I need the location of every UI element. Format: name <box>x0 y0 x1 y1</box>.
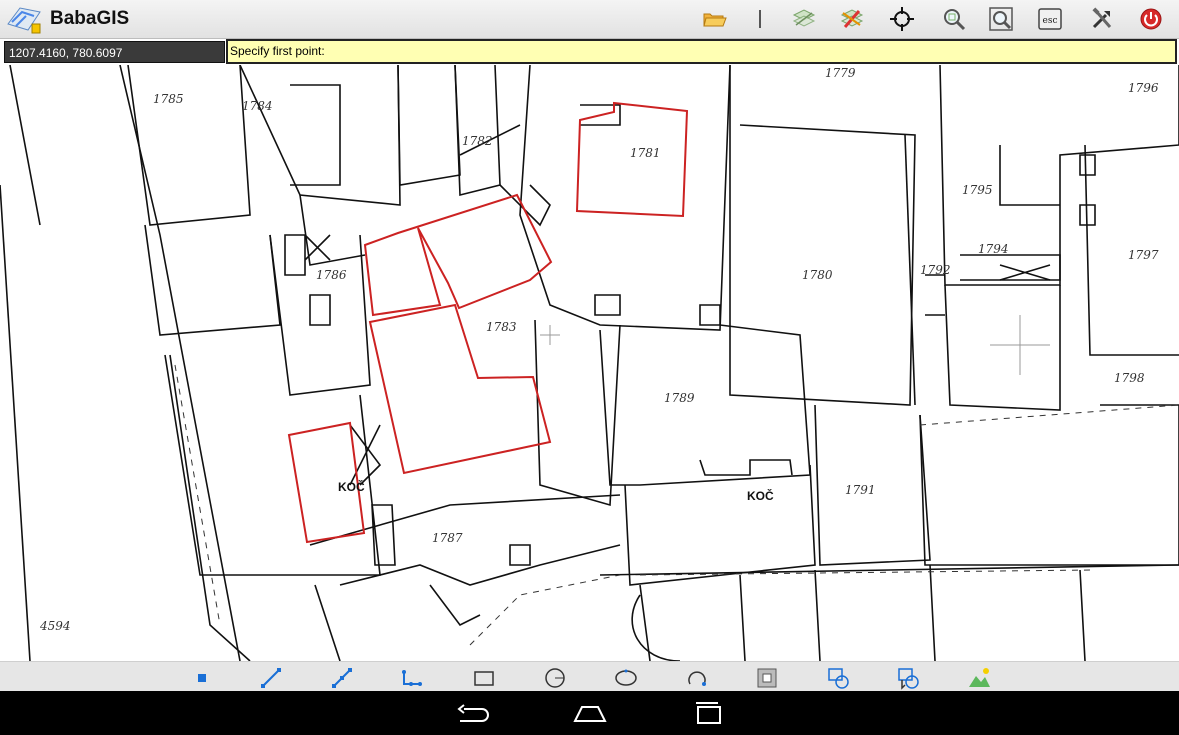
rectangle-tool-icon[interactable] <box>472 666 496 690</box>
circle-tool-icon[interactable] <box>543 666 567 690</box>
terrain-tool-icon[interactable] <box>967 666 991 690</box>
top-toolbar: BabaGIS esc <box>0 0 1179 39</box>
app-logo-icon <box>6 4 42 38</box>
recents-icon[interactable] <box>690 699 726 727</box>
gps-target-icon[interactable] <box>888 5 916 33</box>
ellipse-tool-icon[interactable] <box>614 666 638 690</box>
parcel-label: 1781 <box>630 146 661 160</box>
parcel-label: 1796 <box>1128 81 1159 95</box>
parcel-label: 1789 <box>664 391 695 405</box>
parcel-label: 1779 <box>825 66 856 80</box>
koc-label: KOČ <box>338 479 365 494</box>
parcel-label: 1785 <box>153 92 184 106</box>
parcel-label: 1784 <box>242 99 273 113</box>
koc-label: KOČ <box>747 488 774 503</box>
polyline-tool-icon[interactable] <box>330 666 354 690</box>
cadastral-linework <box>0 65 1179 661</box>
map-canvas[interactable]: 1785 1784 1782 1781 1779 1796 1795 1794 … <box>0 65 1179 661</box>
arc-tool-icon[interactable] <box>685 666 709 690</box>
attribute-tool-icon[interactable] <box>896 666 920 690</box>
edit-layer-icon[interactable] <box>838 5 866 33</box>
home-icon[interactable] <box>572 699 608 727</box>
dashed-boundaries <box>174 364 1179 646</box>
layers-icon[interactable] <box>790 5 818 33</box>
svg-text:esc: esc <box>1043 16 1058 26</box>
parcel-label: 1795 <box>962 183 993 197</box>
back-icon[interactable] <box>454 699 490 727</box>
parcel-label: 1780 <box>802 268 833 282</box>
crosshair-marks <box>540 315 1050 375</box>
folder-open-icon[interactable] <box>700 5 728 33</box>
zoom-window-icon[interactable] <box>940 5 968 33</box>
app-title: BabaGIS <box>50 8 130 29</box>
parcel-1786-outline <box>363 193 553 317</box>
zoom-extent-icon[interactable] <box>987 5 1015 33</box>
esc-icon[interactable]: esc <box>1036 5 1064 33</box>
command-prompt[interactable]: Specify first point: <box>226 39 1177 64</box>
coordinate-readout: 1207.4160, 780.6097 <box>4 41 225 63</box>
parcel-label: 1791 <box>845 483 876 497</box>
select-tool-icon[interactable] <box>826 666 850 690</box>
system-nav-bar <box>0 691 1179 735</box>
polygon-node-tool-icon[interactable] <box>400 666 424 690</box>
parcel-label: 1792 <box>920 263 951 277</box>
line-tool-icon[interactable] <box>259 666 283 690</box>
parcel-label: 4594 <box>39 619 71 633</box>
toolbar-separator <box>746 5 774 33</box>
point-tool-icon[interactable] <box>190 666 214 690</box>
parcel-label: 1797 <box>1128 248 1159 262</box>
parcel-label: 1783 <box>486 320 517 334</box>
parcel-1783-outline <box>368 303 552 475</box>
power-icon[interactable] <box>1137 5 1165 33</box>
tools-icon[interactable] <box>1088 5 1116 33</box>
hatch-tool-icon[interactable] <box>755 666 779 690</box>
parcel-label: 1782 <box>462 134 493 148</box>
parcel-label: 1798 <box>1114 371 1145 385</box>
parcel-label: 1794 <box>978 242 1009 256</box>
parcel-label: 1786 <box>316 268 347 282</box>
draw-toolbar <box>0 661 1179 692</box>
parcel-label: 1787 <box>432 531 463 545</box>
